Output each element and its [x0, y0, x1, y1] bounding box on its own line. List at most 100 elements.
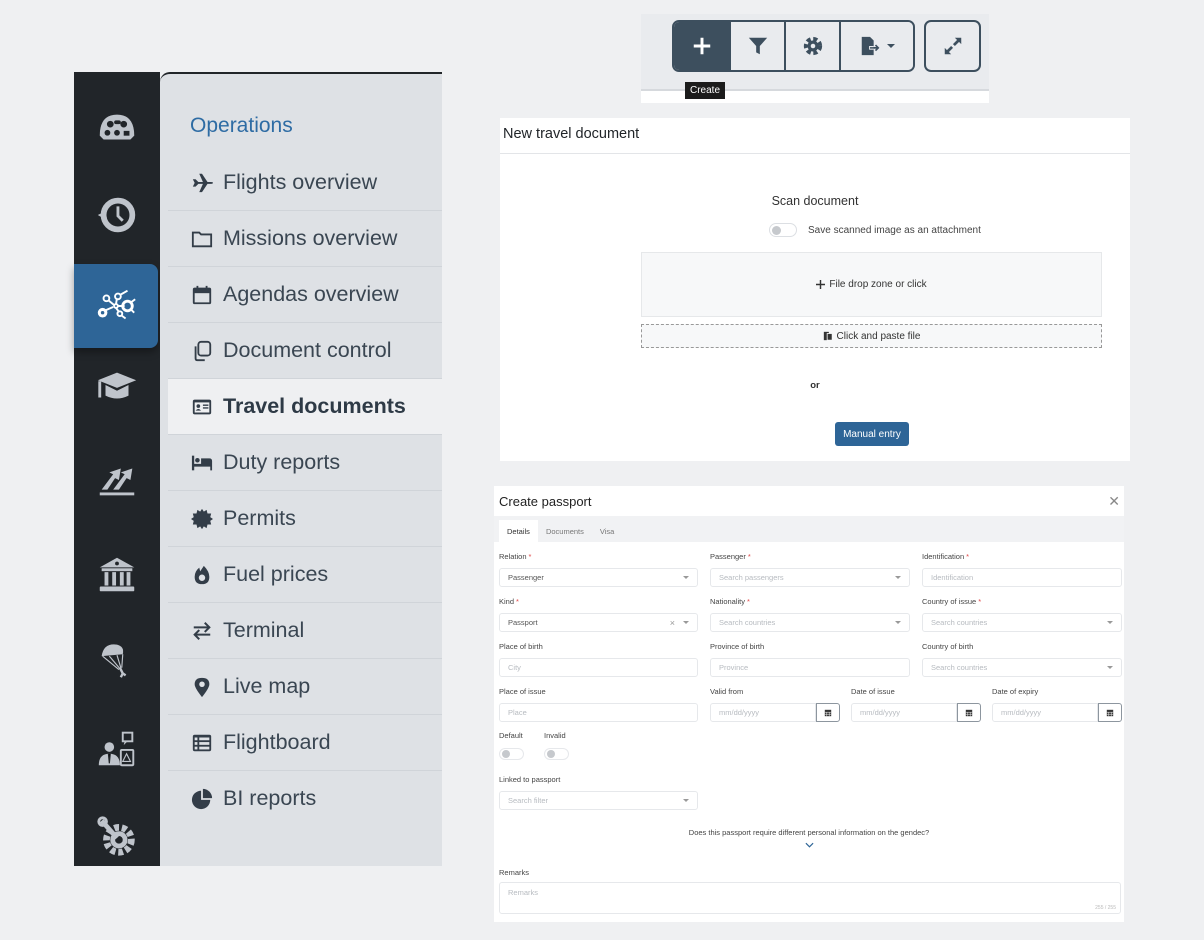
date-of-expiry-label: Date of expiry [992, 687, 1039, 696]
app-rail [74, 72, 160, 866]
expand-button[interactable] [924, 20, 981, 72]
menu-item-live-map[interactable]: Live map [168, 658, 442, 714]
province-of-birth-input[interactable]: Province [710, 658, 910, 677]
rail-item-operations[interactable] [74, 264, 158, 348]
or-separator: or [810, 380, 820, 391]
valid-from-calendar-button[interactable] [816, 703, 840, 722]
new-travel-document-panel: New travel document Scan document Save s… [500, 118, 1130, 461]
default-label: Default [499, 731, 523, 740]
caret-down-icon [1107, 621, 1113, 624]
dialog-title: Create passport [499, 493, 592, 509]
tab-visa[interactable]: Visa [592, 520, 622, 542]
panel-title: New travel document [500, 118, 1130, 154]
kind-label: Kind [499, 597, 515, 606]
country-of-issue-placeholder: Search countries [931, 618, 988, 627]
country-of-issue-select[interactable]: Search countries [922, 613, 1122, 632]
chevron-down-icon[interactable] [805, 842, 814, 848]
required-mark: * [978, 597, 982, 606]
file-drop-zone[interactable]: File drop zone or click [641, 252, 1102, 317]
rail-item-parachute[interactable] [74, 632, 160, 688]
valid-from-input[interactable]: mm/dd/yyyy [710, 703, 816, 722]
create-button[interactable] [674, 22, 729, 70]
menu-item-label: Travel documents [223, 394, 406, 418]
copy-icon [190, 339, 214, 363]
menu-item-label: Agendas overview [223, 282, 399, 306]
expand-icon [944, 37, 961, 55]
caret-down-icon [683, 621, 689, 624]
identification-field: Identification * Identification [922, 552, 1122, 587]
passenger-select[interactable]: Search passengers [710, 568, 910, 587]
tab-details[interactable]: Details [499, 520, 538, 542]
date-of-issue-input[interactable]: mm/dd/yyyy [851, 703, 957, 722]
export-button[interactable] [839, 22, 913, 70]
linked-to-passport-field: Linked to passport Search filter [499, 775, 698, 810]
identification-input[interactable]: Identification [922, 568, 1122, 587]
remarks-textarea[interactable]: Remarks 255 / 255 [499, 882, 1121, 914]
place-of-issue-input[interactable]: Place [499, 703, 698, 722]
create-tooltip: Create [685, 82, 726, 99]
country-of-birth-placeholder: Search countries [931, 663, 988, 672]
default-toggle[interactable] [499, 748, 524, 760]
plus-icon [816, 280, 826, 289]
scan-document-title: Scan document [771, 194, 859, 208]
menu-item-agendas-overview[interactable]: Agendas overview [168, 266, 442, 322]
rail-item-history[interactable] [74, 187, 160, 243]
place-of-birth-input[interactable]: City [499, 658, 698, 677]
calendar-icon [1106, 709, 1114, 716]
rail-item-performance[interactable] [74, 452, 160, 508]
date-of-expiry-input[interactable]: mm/dd/yyyy [992, 703, 1098, 722]
menu-title: Operations [190, 114, 293, 137]
invalid-toggle[interactable] [544, 748, 569, 760]
linked-to-passport-label: Linked to passport [499, 775, 561, 784]
menu-item-label: Document control [223, 338, 392, 362]
create-passport-dialog: Create passport ✕ Details Documents Visa… [494, 486, 1124, 922]
filter-button[interactable] [729, 22, 784, 70]
required-mark: * [528, 552, 532, 561]
menu-item-terminal[interactable]: Terminal [168, 602, 442, 658]
paste-file-zone[interactable]: Click and paste file [641, 324, 1102, 348]
close-icon[interactable]: ✕ [1108, 493, 1120, 510]
tab-documents[interactable]: Documents [538, 520, 592, 542]
rail-item-cockpit[interactable] [74, 100, 160, 156]
identification-placeholder: Identification [931, 573, 974, 582]
rail-item-crew[interactable] [74, 720, 160, 776]
linked-to-passport-select[interactable]: Search filter [499, 791, 698, 810]
menu-item-fuel-prices[interactable]: Fuel prices [168, 546, 442, 602]
menu-item-bi-reports[interactable]: BI reports [168, 770, 442, 826]
list-table-icon [190, 731, 214, 755]
rail-item-settings[interactable] [74, 808, 160, 864]
gear-icon [803, 36, 822, 56]
menu-item-document-control[interactable]: Document control [168, 322, 442, 378]
menu-item-flights-overview[interactable]: Flights overview [168, 154, 442, 210]
save-scanned-row: Save scanned image as an attachment [769, 223, 981, 237]
kind-select[interactable]: Passport × [499, 613, 698, 632]
valid-from-field: Valid from mm/dd/yyyy [710, 687, 840, 722]
country-of-birth-select[interactable]: Search countries [922, 658, 1122, 677]
menu-item-label: Missions overview [223, 226, 398, 250]
manual-entry-button[interactable]: Manual entry [835, 422, 909, 446]
wrench-gear-icon [97, 816, 135, 856]
place-of-issue-placeholder: Place [508, 708, 527, 717]
settings-button[interactable] [784, 22, 839, 70]
trending-up-icon [99, 468, 135, 496]
menu-item-missions-overview[interactable]: Missions overview [168, 210, 442, 266]
menu-item-travel-documents[interactable]: Travel documents [168, 378, 442, 434]
save-scanned-toggle[interactable] [769, 223, 797, 237]
network-nodes-icon [97, 289, 136, 320]
date-of-issue-field: Date of issue mm/dd/yyyy [851, 687, 981, 722]
relation-label: Relation [499, 552, 527, 561]
province-of-birth-field: Province of birth Province [710, 642, 910, 677]
caret-down-icon [895, 576, 901, 579]
date-of-expiry-calendar-button[interactable] [1098, 703, 1122, 722]
date-of-issue-calendar-button[interactable] [957, 703, 981, 722]
nationality-select[interactable]: Search countries [710, 613, 910, 632]
country-of-birth-label: Country of birth [922, 642, 974, 651]
menu-item-flightboard[interactable]: Flightboard [168, 714, 442, 770]
clear-icon[interactable]: × [670, 618, 675, 628]
rail-item-training[interactable] [74, 358, 160, 414]
linked-to-passport-placeholder: Search filter [508, 796, 549, 805]
rail-item-finance[interactable] [74, 547, 160, 603]
relation-select[interactable]: Passenger [499, 568, 698, 587]
menu-item-permits[interactable]: Permits [168, 490, 442, 546]
menu-item-duty-reports[interactable]: Duty reports [168, 434, 442, 490]
